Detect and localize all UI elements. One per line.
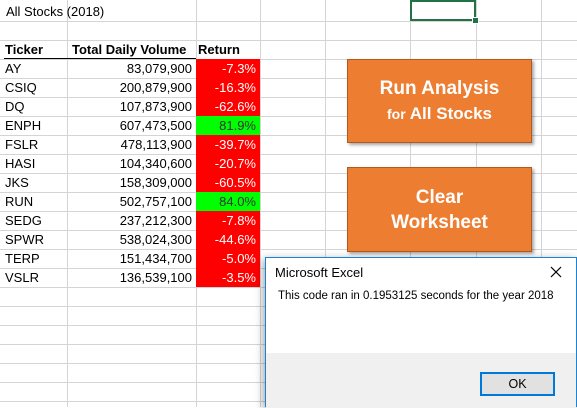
run-analysis-sublabel: for All Stocks bbox=[387, 101, 492, 127]
return-cell[interactable]: -7.8% bbox=[196, 211, 260, 230]
return-cell[interactable]: -44.6% bbox=[196, 230, 260, 249]
return-cell[interactable]: -62.6% bbox=[196, 97, 260, 116]
volume-cell[interactable]: 538,024,300 bbox=[67, 230, 196, 249]
clear-worksheet-button[interactable]: Clear Worksheet bbox=[347, 167, 532, 252]
ticker-cell[interactable]: JKS bbox=[0, 173, 67, 192]
ticker-cell[interactable]: FSLR bbox=[0, 135, 67, 154]
volume-cell[interactable]: 478,113,900 bbox=[67, 135, 196, 154]
worksheet-label: Worksheet bbox=[391, 211, 488, 233]
ticker-cell[interactable]: VSLR bbox=[0, 268, 67, 287]
return-cell[interactable]: -20.7% bbox=[196, 154, 260, 173]
run-analysis-label: Run Analysis bbox=[379, 77, 500, 99]
ticker-cell[interactable]: HASI bbox=[0, 154, 67, 173]
ticker-cell[interactable]: SPWR bbox=[0, 230, 67, 249]
message-box-text: This code ran in 0.1953125 seconds for t… bbox=[278, 290, 554, 302]
run-analysis-button[interactable]: Run Analysis for All Stocks bbox=[347, 59, 532, 143]
volume-cell[interactable]: 107,873,900 bbox=[67, 97, 196, 116]
ticker-cell[interactable]: CSIQ bbox=[0, 78, 67, 97]
gridline-vertical bbox=[260, 0, 261, 407]
volume-cell[interactable]: 136,539,100 bbox=[67, 268, 196, 287]
volume-cell[interactable]: 607,473,500 bbox=[67, 116, 196, 135]
ticker-cell[interactable]: DQ bbox=[0, 97, 67, 116]
return-cell[interactable]: -5.0% bbox=[196, 249, 260, 268]
active-cell-selection[interactable] bbox=[410, 0, 476, 21]
volume-cell[interactable]: 237,212,300 bbox=[67, 211, 196, 230]
return-cell[interactable]: -39.7% bbox=[196, 135, 260, 154]
volume-cell[interactable]: 200,879,900 bbox=[67, 78, 196, 97]
volume-cell[interactable]: 158,309,000 bbox=[67, 173, 196, 192]
volume-cell[interactable]: 502,757,100 bbox=[67, 192, 196, 211]
return-cell[interactable]: -7.3% bbox=[196, 59, 260, 78]
sheet-title[interactable]: All Stocks (2018) bbox=[0, 0, 196, 24]
return-cell[interactable]: -60.5% bbox=[196, 173, 260, 192]
ticker-cell[interactable]: SEDG bbox=[0, 211, 67, 230]
ticker-cell[interactable]: ENPH bbox=[0, 116, 67, 135]
ticker-cell[interactable]: AY bbox=[0, 59, 67, 78]
header-return[interactable]: Return bbox=[193, 40, 260, 59]
return-cell[interactable]: -16.3% bbox=[196, 78, 260, 97]
return-cell[interactable]: 81.9% bbox=[196, 116, 260, 135]
return-cell[interactable]: -3.5% bbox=[196, 268, 260, 287]
worksheet[interactable]: All Stocks (2018) Ticker Total Daily Vol… bbox=[0, 0, 577, 408]
volume-cell[interactable]: 83,079,900 bbox=[67, 59, 196, 78]
close-icon[interactable] bbox=[548, 264, 564, 280]
message-box-titlebar[interactable]: Microsoft Excel bbox=[266, 258, 576, 287]
header-total-daily-volume[interactable]: Total Daily Volume bbox=[67, 40, 197, 59]
ok-button[interactable]: OK bbox=[480, 372, 555, 396]
ticker-cell[interactable]: RUN bbox=[0, 192, 67, 211]
message-box: Microsoft Excel This code ran in 0.19531… bbox=[265, 257, 577, 408]
volume-cell[interactable]: 151,434,700 bbox=[67, 249, 196, 268]
run-analysis-rest: All Stocks bbox=[409, 103, 492, 123]
ticker-cell[interactable]: TERP bbox=[0, 249, 67, 268]
volume-cell[interactable]: 104,340,600 bbox=[67, 154, 196, 173]
return-cell[interactable]: 84.0% bbox=[196, 192, 260, 211]
fill-handle[interactable] bbox=[472, 17, 479, 24]
message-box-title: Microsoft Excel bbox=[275, 265, 364, 280]
clear-label: Clear bbox=[415, 186, 464, 208]
run-analysis-prefix: for bbox=[387, 105, 406, 122]
header-ticker[interactable]: Ticker bbox=[0, 40, 67, 59]
